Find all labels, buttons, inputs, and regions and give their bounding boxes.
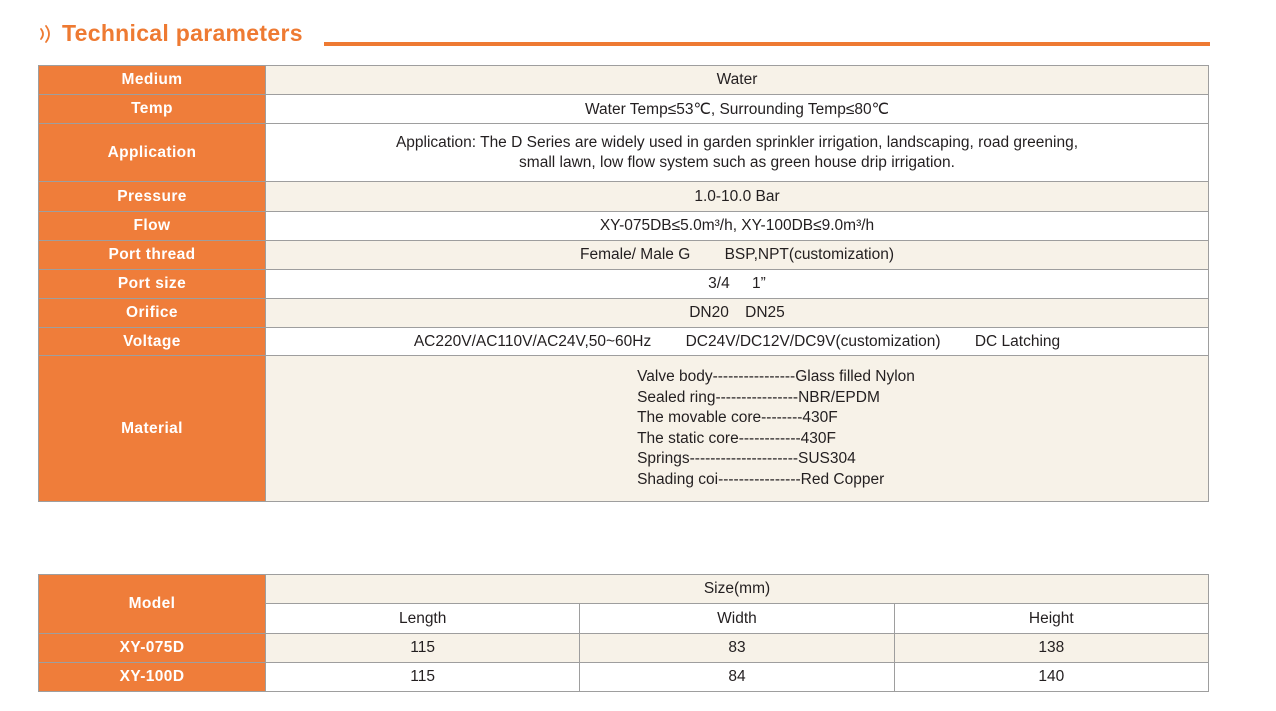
param-value-flow: XY-075DB≤5.0m³/h, XY-100DB≤9.0m³/h: [265, 211, 1209, 241]
port-size-value-1: 3/4: [708, 275, 730, 292]
page-title: Technical parameters: [62, 20, 303, 46]
material-line: The movable core--------430F: [637, 409, 838, 426]
heading-underline: [324, 42, 1210, 46]
material-line: Springs---------------------SUS304: [637, 450, 856, 467]
length-cell: 115: [264, 633, 581, 663]
param-label-voltage: Voltage: [38, 327, 266, 356]
size-header: Size(mm): [265, 574, 1209, 604]
param-value-port-thread: Female/ Male G BSP,NPT(customization): [265, 240, 1209, 270]
model-header: Model: [38, 574, 266, 634]
param-label-port-thread: Port thread: [38, 240, 266, 270]
voltage-value-1: AC220V/AC110V/AC24V,50~60Hz: [413, 332, 652, 350]
table-row: Port size 3/4 1”: [38, 269, 1209, 299]
param-value-material: Valve body----------------Glass filled N…: [265, 355, 1209, 502]
param-value-orifice: DN20 DN25: [265, 298, 1209, 328]
voltage-value-2: DC24V/DC12V/DC9V(customization): [685, 332, 941, 350]
param-value-application: Application: The D Series are widely use…: [265, 123, 1209, 182]
material-line: Shading coi----------------Red Copper: [637, 470, 885, 488]
column-header-width: Width: [579, 603, 895, 634]
material-line: The static core------------430F: [637, 429, 836, 447]
param-label-port-size: Port size: [38, 269, 266, 299]
table-row: Material Valve body----------------Glass…: [38, 355, 1209, 502]
table-row: Orifice DN20 DN25: [38, 298, 1209, 328]
port-size-value-2: 1”: [752, 275, 766, 292]
sound-waves-icon: [40, 25, 50, 43]
section-heading: Technical parameters: [38, 20, 1210, 50]
table-row: XY-100D 115 84 140: [38, 662, 1210, 692]
height-cell: 138: [893, 633, 1210, 663]
width-cell: 83: [579, 633, 895, 663]
table-row: Voltage AC220V/AC110V/AC24V,50~60Hz DC24…: [38, 327, 1209, 356]
table-header-row: Model Size(mm): [38, 574, 1209, 634]
port-thread-value-1: Female/ Male G: [580, 246, 691, 263]
application-line-2: small lawn, low flow system such as gree…: [519, 153, 955, 171]
param-value-voltage: AC220V/AC110V/AC24V,50~60Hz DC24V/DC12V/…: [265, 327, 1209, 356]
table-row: Temp Water Temp≤53℃, Surrounding Temp≤80…: [38, 94, 1209, 124]
orifice-value-2: DN25: [745, 304, 785, 321]
column-header-length: Length: [264, 603, 581, 634]
param-value-port-size: 3/4 1”: [265, 269, 1209, 299]
param-label-application: Application: [38, 123, 266, 182]
orifice-value-1: DN20: [689, 304, 729, 321]
param-label-flow: Flow: [38, 211, 266, 241]
width-cell: 84: [579, 662, 895, 692]
table-row: Pressure 1.0-10.0 Bar: [38, 181, 1209, 212]
param-label-material: Material: [38, 355, 266, 502]
table-row: Application Application: The D Series ar…: [38, 123, 1209, 182]
table-row: Medium Water: [38, 65, 1209, 95]
material-line: Sealed ring----------------NBR/EPDM: [637, 388, 880, 406]
table-row: XY-075D 115 83 138: [38, 633, 1210, 663]
param-label-medium: Medium: [38, 65, 266, 95]
height-cell: 140: [893, 662, 1210, 692]
voltage-value-3: DC Latching: [974, 332, 1061, 350]
param-label-temp: Temp: [38, 94, 266, 124]
column-header-height: Height: [893, 603, 1210, 634]
dimensions-table: Model Size(mm) Length Width Height XY-07…: [38, 574, 1210, 692]
table-row: Port thread Female/ Male G BSP,NPT(custo…: [38, 240, 1209, 270]
material-line: Valve body----------------Glass filled N…: [637, 368, 915, 385]
table-row: Flow XY-075DB≤5.0m³/h, XY-100DB≤9.0m³/h: [38, 211, 1209, 241]
param-value-temp: Water Temp≤53℃, Surrounding Temp≤80℃: [265, 94, 1209, 124]
param-value-pressure: 1.0-10.0 Bar: [265, 181, 1209, 212]
application-line-1: Application: The D Series are widely use…: [395, 133, 1079, 151]
material-list: Valve body----------------Glass filled N…: [637, 367, 915, 490]
param-label-orifice: Orifice: [38, 298, 266, 328]
param-label-pressure: Pressure: [38, 181, 266, 212]
length-cell: 115: [264, 662, 581, 692]
parameters-table: Medium Water Temp Water Temp≤53℃, Surrou…: [38, 65, 1209, 502]
port-thread-value-2: BSP,NPT(customization): [724, 246, 894, 263]
model-cell: XY-100D: [38, 662, 266, 692]
param-value-medium: Water: [265, 65, 1209, 95]
model-cell: XY-075D: [38, 633, 266, 663]
